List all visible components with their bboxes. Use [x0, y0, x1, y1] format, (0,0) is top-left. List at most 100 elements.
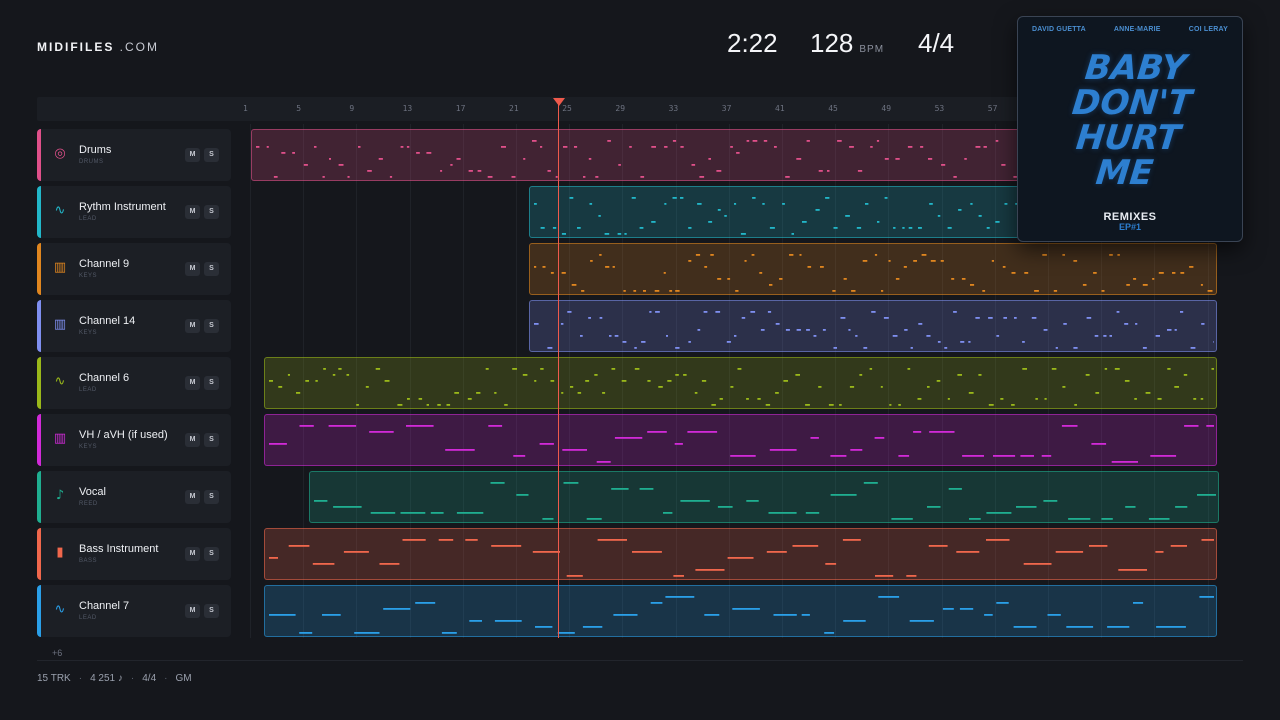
- mute-button[interactable]: M: [185, 490, 200, 504]
- midi-clip[interactable]: [264, 528, 1217, 580]
- midi-note: [825, 563, 837, 565]
- mute-button[interactable]: M: [185, 433, 200, 447]
- midi-note: [650, 602, 663, 604]
- midi-note: [562, 449, 587, 451]
- ruler-bar-number: 13: [402, 104, 413, 113]
- midi-note: [583, 176, 586, 178]
- midi-note: [751, 254, 755, 256]
- track-header[interactable]: ▥ VH / aVH (if used) KEYS M S: [37, 414, 231, 466]
- midi-note: [338, 164, 344, 166]
- midi-note: [672, 140, 677, 142]
- mute-button[interactable]: M: [185, 319, 200, 333]
- midi-note: [438, 539, 454, 541]
- solo-button[interactable]: S: [204, 490, 219, 504]
- midi-note: [632, 551, 662, 553]
- midi-note: [570, 386, 574, 388]
- midi-note: [969, 518, 981, 520]
- midi-note: [1023, 563, 1052, 565]
- midi-note: [1126, 284, 1130, 286]
- mute-button[interactable]: M: [185, 547, 200, 561]
- midi-note: [1114, 368, 1120, 370]
- midi-note: [1022, 368, 1027, 370]
- solo-button[interactable]: S: [204, 148, 219, 162]
- ruler-bar-number: 45: [828, 104, 838, 113]
- midi-note: [1047, 614, 1061, 616]
- mute-button[interactable]: M: [185, 148, 200, 162]
- midi-note: [1073, 347, 1078, 349]
- midi-note: [830, 455, 847, 457]
- midi-note: [328, 425, 357, 427]
- midi-note: [446, 404, 451, 406]
- track-header[interactable]: ◎ Drums DRUMS M S: [37, 129, 231, 181]
- solo-button[interactable]: S: [204, 376, 219, 390]
- midi-note: [795, 374, 800, 376]
- site-logo[interactable]: MIDIFILES .COM: [37, 40, 159, 54]
- track-header[interactable]: ▮ Bass Instrument BASS M S: [37, 528, 231, 580]
- midi-note: [407, 398, 410, 400]
- track-header[interactable]: ♪ Vocal REED M S: [37, 471, 231, 523]
- midi-note: [961, 278, 966, 280]
- track-color-stripe: [37, 357, 41, 409]
- solo-button[interactable]: S: [204, 262, 219, 276]
- track-header[interactable]: ▥ Channel 14 KEYS M S: [37, 300, 231, 352]
- track-header[interactable]: ∿ Channel 6 LEAD M S: [37, 357, 231, 409]
- midi-note: [927, 506, 941, 508]
- track-category: LEAD: [79, 615, 97, 621]
- mute-button[interactable]: M: [185, 262, 200, 276]
- solo-button[interactable]: S: [204, 205, 219, 219]
- midi-note: [884, 197, 888, 199]
- midi-note: [757, 398, 761, 400]
- ruler-bar-number: 57: [987, 104, 998, 113]
- note-pattern: [269, 596, 1214, 634]
- midi-note: [959, 608, 974, 610]
- midi-note: [730, 455, 756, 457]
- midi-note: [752, 140, 758, 142]
- midi-note: [1020, 455, 1034, 457]
- note-count: 4 251 ♪: [90, 673, 123, 684]
- midi-note: [1035, 398, 1038, 400]
- midi-note: [426, 152, 432, 154]
- album-title-line: ME: [1093, 153, 1156, 193]
- playhead-handle[interactable]: [553, 98, 565, 106]
- midi-clip[interactable]: [264, 585, 1217, 637]
- midi-note: [269, 614, 296, 616]
- midi-note: [1155, 551, 1164, 553]
- midi-note: [824, 632, 835, 634]
- solo-button[interactable]: S: [204, 433, 219, 447]
- midi-note: [406, 425, 434, 427]
- solo-button[interactable]: S: [204, 604, 219, 618]
- mute-button[interactable]: M: [185, 604, 200, 618]
- separator: ·: [164, 673, 168, 684]
- midi-note: [874, 254, 878, 256]
- midi-note: [586, 518, 602, 520]
- midi-note: [614, 335, 619, 337]
- more-tracks-indicator[interactable]: +6: [52, 648, 62, 658]
- midi-note: [1061, 425, 1078, 427]
- solo-button[interactable]: S: [204, 319, 219, 333]
- midi-note: [995, 221, 1000, 223]
- midi-note: [964, 158, 967, 160]
- track-color-stripe: [37, 243, 41, 295]
- midi-note: [881, 290, 884, 292]
- midi-note: [674, 443, 683, 445]
- midi-clip[interactable]: [264, 414, 1217, 466]
- playhead[interactable]: [558, 100, 559, 638]
- midi-clip[interactable]: [529, 243, 1217, 295]
- midi-note: [708, 221, 713, 223]
- midi-note: [888, 260, 891, 262]
- midi-clip[interactable]: [309, 471, 1219, 523]
- mute-button[interactable]: M: [185, 376, 200, 390]
- midi-note: [490, 482, 505, 484]
- midi-note: [1157, 398, 1162, 400]
- track-header[interactable]: ∿ Channel 7 LEAD M S: [37, 585, 231, 637]
- mute-button[interactable]: M: [185, 205, 200, 219]
- track-header[interactable]: ▥ Channel 9 KEYS M S: [37, 243, 231, 295]
- track-header[interactable]: ∿ Rythm Instrument LEAD M S: [37, 186, 231, 238]
- solo-button[interactable]: S: [204, 547, 219, 561]
- midi-note: [759, 272, 763, 274]
- midi-clip[interactable]: [529, 300, 1217, 352]
- midi-clip[interactable]: [264, 357, 1217, 409]
- separator: ·: [78, 673, 83, 684]
- midi-note: [975, 317, 980, 319]
- midi-note: [1085, 374, 1090, 376]
